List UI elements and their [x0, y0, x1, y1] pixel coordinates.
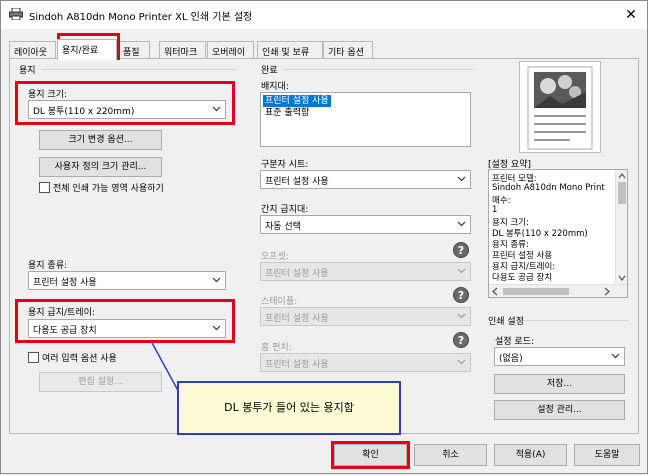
scroll-arrows-icon — [492, 287, 610, 296]
tab-print-hold[interactable]: 인쇄 및 보류 — [257, 41, 323, 59]
checkbox-box[interactable] — [39, 182, 50, 193]
summary-line: 다용도 공급 장치 — [492, 273, 553, 283]
paper-type-label: 용지 종류: — [28, 261, 68, 271]
staple-label: 스테이플: — [261, 297, 298, 307]
settings-summary-box[interactable]: 프린터 모델: Sindoh A810dn Mono Print 매수: 1 용… — [488, 169, 628, 298]
full-printable-area-label: 전체 인쇄 가능 영역 사용하기 — [53, 184, 164, 194]
print-settings-divider — [523, 320, 629, 321]
edit-settings-button[interactable]: 편집 설정... — [39, 372, 162, 392]
help-icon[interactable]: ? — [453, 332, 469, 348]
summary-horizontal-scrollbar[interactable] — [489, 284, 627, 297]
separator-sheet-value: 프린터 설정 사용 — [265, 177, 329, 187]
separator-sheet-select[interactable]: 프린터 설정 사용 — [260, 170, 471, 189]
interleave-tray-value: 자동 선택 — [265, 222, 301, 232]
tab-strip: 레이아웃 용지/완료 품질 워터마크 오버레이 인쇄 및 보류 기타 옵션 — [9, 39, 639, 60]
print-settings-group-label: 인쇄 설정 — [488, 317, 524, 327]
summary-line: Sindoh A810dn Mono Print — [492, 183, 605, 193]
separator-sheet-label: 구분자 시트: — [261, 160, 309, 170]
help-button[interactable]: 도움말 — [574, 444, 640, 466]
tab-layout[interactable]: 레이아웃 — [9, 41, 56, 59]
scroll-arrows-icon — [618, 173, 626, 281]
multiple-input-checkbox[interactable]: 여러 입력 옵션 사용 — [28, 351, 117, 364]
offset-value: 프린터 설정 사용 — [265, 269, 329, 279]
paper-size-value: DL 봉투(110 x 220mm) — [33, 107, 135, 117]
checkbox-box[interactable] — [28, 352, 39, 363]
tab-overlay[interactable]: 오버레이 — [207, 41, 254, 59]
paper-group-divider — [41, 69, 237, 70]
hole-punch-value: 프린터 설정 사용 — [265, 360, 329, 370]
summary-vertical-scrollbar[interactable] — [615, 170, 627, 285]
staple-value: 프린터 설정 사용 — [265, 314, 329, 324]
finishing-group-label: 완료 — [261, 66, 278, 76]
tab-other-options[interactable]: 기타 옵션 — [323, 41, 373, 59]
output-tray-label: 배지대: — [261, 82, 289, 92]
list-item[interactable]: 프린터 설정 사용 — [263, 95, 331, 107]
page-preview — [519, 61, 601, 153]
paper-source-select[interactable]: 다용도 공급 장치 — [28, 319, 226, 338]
paper-source-label: 용지 급지/트레이: — [28, 308, 95, 318]
paper-size-select[interactable]: DL 봉투(110 x 220mm) — [28, 100, 226, 119]
tab-paper-finishing[interactable]: 용지/완료 — [57, 39, 117, 60]
ok-button[interactable]: 확인 — [334, 444, 407, 466]
hole-punch-label: 홈 펀치: — [261, 343, 292, 353]
offset-select[interactable]: 프린터 설정 사용 — [260, 262, 471, 281]
title-bar: Sindoh A810dn Mono Printer XL 인쇄 기본 설정 ✕ — [1, 1, 647, 29]
apply-button[interactable]: 적용(A) — [494, 444, 567, 466]
printer-icon — [9, 8, 23, 20]
chevron-down-icon — [457, 268, 466, 274]
load-settings-value: (없음) — [499, 354, 523, 364]
load-settings-label: 설정 로드: — [495, 337, 535, 347]
offset-label: 오프셋: — [261, 252, 289, 262]
paper-type-value: 프린터 설정 사용 — [33, 278, 97, 288]
output-tray-list[interactable]: 프린터 설정 사용 표준 출력함 — [260, 92, 471, 147]
resize-options-button[interactable]: 크기 변경 옵션... — [39, 130, 162, 150]
cancel-button[interactable]: 취소 — [414, 444, 487, 466]
load-settings-select[interactable]: (없음) — [494, 347, 625, 366]
paper-source-value: 다용도 공급 장치 — [33, 326, 97, 336]
interleave-tray-select[interactable]: 자동 선택 — [260, 215, 471, 234]
multiple-input-label: 여러 입력 옵션 사용 — [42, 354, 117, 364]
paper-type-select[interactable]: 프린터 설정 사용 — [28, 271, 226, 290]
chevron-down-icon — [457, 221, 466, 227]
help-icon[interactable]: ? — [453, 242, 469, 258]
help-icon[interactable]: ? — [453, 287, 469, 303]
chevron-down-icon — [212, 325, 221, 331]
chevron-down-icon — [611, 353, 620, 359]
close-icon[interactable]: ✕ — [621, 5, 641, 25]
tab-quality[interactable]: 품질 — [118, 41, 150, 59]
chevron-down-icon — [212, 277, 221, 283]
callout-note: DL 봉투가 들어 있는 용지함 — [177, 381, 401, 435]
tab-watermark[interactable]: 워터마크 — [159, 41, 206, 59]
hole-punch-select[interactable]: 프린터 설정 사용 — [260, 353, 471, 372]
window-title: Sindoh A810dn Mono Printer XL 인쇄 기본 설정 — [29, 12, 253, 23]
full-printable-area-checkbox[interactable]: 전체 인쇄 가능 영역 사용하기 — [39, 181, 164, 194]
custom-size-manage-button[interactable]: 사용자 정의 크기 관리... — [39, 157, 162, 177]
chevron-down-icon — [457, 359, 466, 365]
interleave-tray-label: 간지 급지대: — [261, 205, 309, 215]
summary-line: 1 — [492, 205, 498, 215]
staple-select[interactable]: 프린터 설정 사용 — [260, 307, 471, 326]
finishing-group-divider — [283, 69, 473, 70]
list-item[interactable]: 표준 출력함 — [263, 107, 311, 119]
chevron-down-icon — [212, 106, 221, 112]
chevron-down-icon — [457, 176, 466, 182]
chevron-down-icon — [457, 313, 466, 319]
manage-settings-button[interactable]: 설정 관리... — [494, 400, 625, 420]
page-preview-image — [527, 66, 593, 150]
save-settings-button[interactable]: 저장... — [494, 374, 625, 394]
printing-preferences-window: Sindoh A810dn Mono Printer XL 인쇄 기본 설정 ✕… — [0, 0, 648, 474]
paper-group-label: 용지 — [19, 66, 36, 76]
paper-size-label: 용지 크기: — [28, 90, 68, 100]
